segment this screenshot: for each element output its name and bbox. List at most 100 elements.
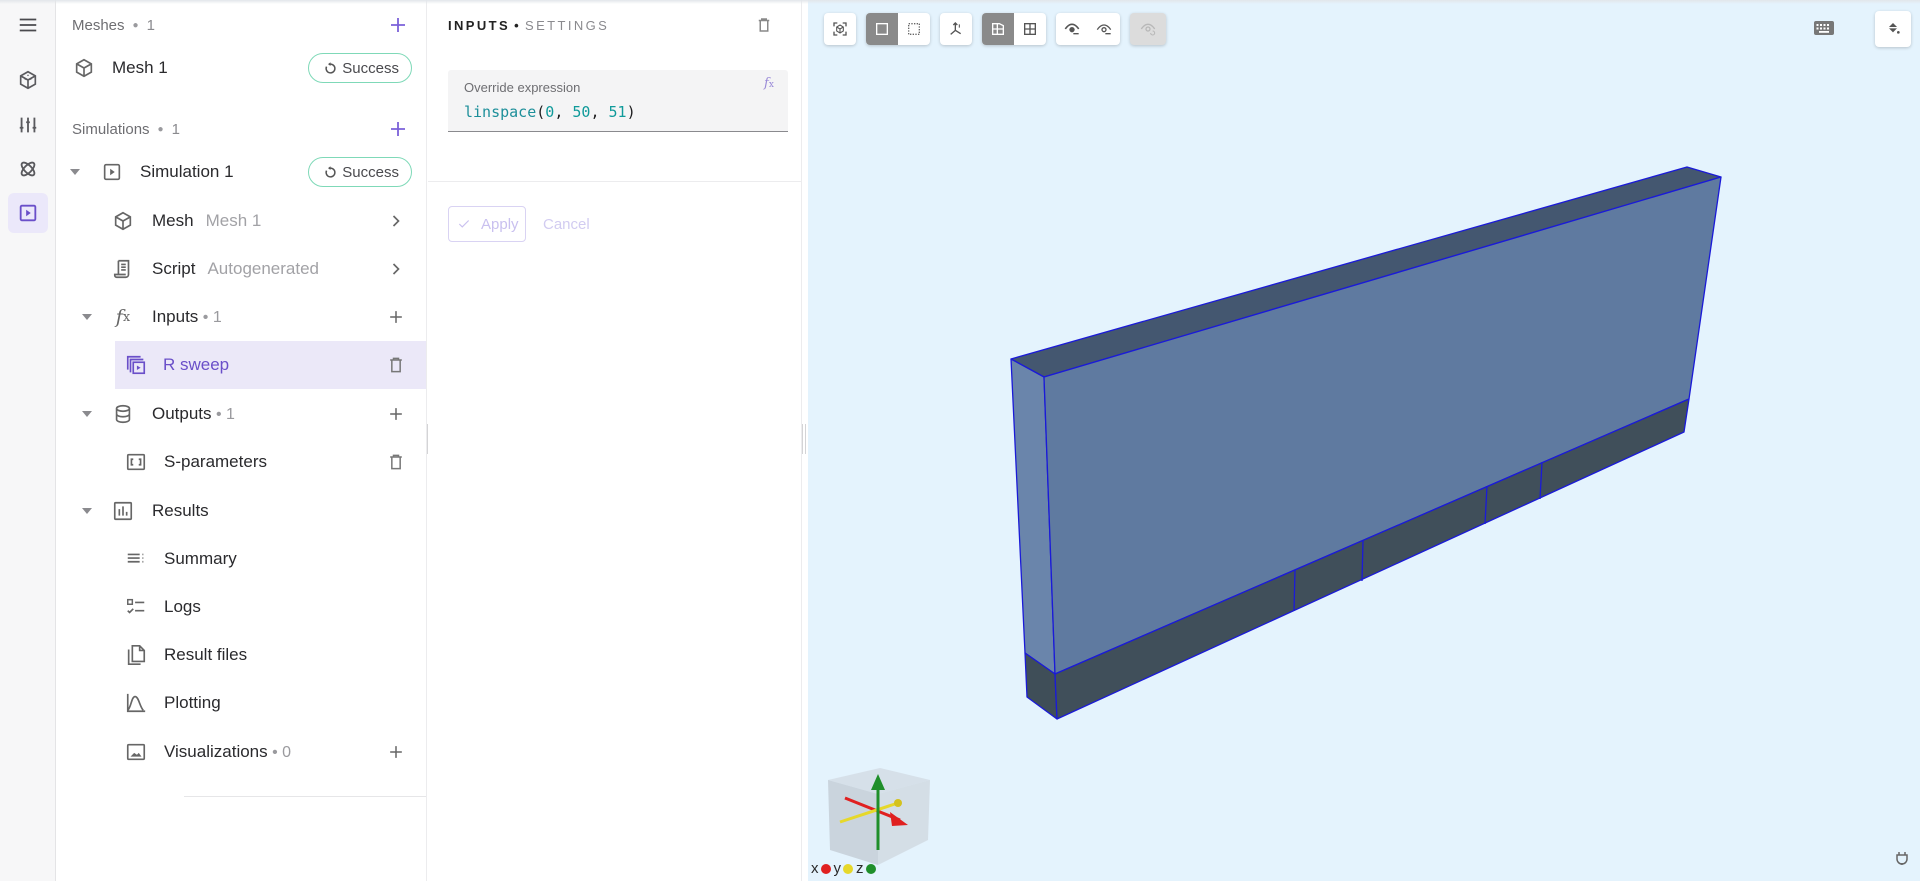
rail-simulations-button[interactable] xyxy=(8,193,48,233)
inputs-label: Inputs • 1 xyxy=(152,307,222,327)
tree-item-simulation-1[interactable]: Simulation 1 Success xyxy=(56,148,426,196)
tree-item-sim-mesh[interactable]: Mesh Mesh 1 xyxy=(56,197,426,245)
tree-item-visualizations[interactable]: Visualizations • 0 xyxy=(56,728,426,776)
play-box-icon xyxy=(101,161,123,183)
fit-view-button[interactable] xyxy=(824,13,856,45)
outputs-count-sep: • xyxy=(211,406,227,423)
meshes-title: Meshes xyxy=(72,16,125,34)
expr-comma: , xyxy=(590,103,609,121)
grid-view-button[interactable] xyxy=(1014,13,1046,45)
add-visualization-button[interactable] xyxy=(386,742,406,762)
delete-input-button[interactable] xyxy=(386,355,406,375)
caret-down-icon[interactable] xyxy=(81,507,93,515)
rail-setup-button[interactable] xyxy=(8,105,48,145)
apply-label: Apply xyxy=(481,215,519,233)
simulation-1-label: Simulation 1 xyxy=(140,162,234,181)
override-expression-field[interactable]: Override expression fx linspace(0, 50, 5… xyxy=(448,70,788,132)
function-icon[interactable]: fx xyxy=(764,76,780,92)
mesh-1-status-badge[interactable]: Success xyxy=(308,53,412,83)
keyboard-shortcuts-icon[interactable] xyxy=(1813,20,1835,36)
expr-arg-start: 0 xyxy=(545,103,555,121)
show-all-button[interactable] xyxy=(1130,13,1166,45)
rail-physics-button[interactable] xyxy=(8,149,48,189)
box-select-button[interactable] xyxy=(898,13,930,45)
visualizations-count-sep: • xyxy=(267,744,283,761)
fit-view-button-inner[interactable] xyxy=(824,13,856,45)
show-only-button[interactable] xyxy=(1088,13,1120,45)
outputs-title: Outputs xyxy=(152,404,212,423)
axes-button[interactable] xyxy=(940,13,972,45)
cancel-button[interactable]: Cancel xyxy=(543,216,590,233)
cube-icon xyxy=(73,57,95,79)
orientation-gizmo[interactable] xyxy=(820,760,940,870)
inputs-count-sep: • xyxy=(198,309,213,326)
simulation-1-status-badge[interactable]: Success xyxy=(308,157,412,187)
add-simulation-button[interactable] xyxy=(386,117,410,141)
3d-viewport[interactable]: x y z xyxy=(808,0,1920,881)
z-axis-dot xyxy=(865,863,876,874)
bar-chart-icon xyxy=(112,500,134,522)
x-axis-label: x xyxy=(811,860,819,877)
color-fill-button[interactable] xyxy=(1875,11,1911,47)
expr-comma: , xyxy=(554,103,573,121)
image-icon xyxy=(125,741,147,763)
tree-item-script[interactable]: Script Autogenerated xyxy=(56,245,426,293)
separator-dot: ● xyxy=(132,19,139,31)
panel-resize-handle[interactable] xyxy=(802,424,806,454)
x-axis-dot xyxy=(820,863,831,874)
tree-item-logs[interactable]: Logs xyxy=(56,583,426,631)
tree-item-s-parameters[interactable]: S-parameters xyxy=(56,438,426,486)
add-mesh-button[interactable] xyxy=(386,13,410,37)
rail-geometry-button[interactable] xyxy=(8,60,48,100)
visualizations-title: Visualizations xyxy=(164,742,268,761)
plot-curve-icon xyxy=(125,692,147,714)
tree-item-results[interactable]: Results xyxy=(56,487,426,535)
override-expression-value[interactable]: linspace(0, 50, 51) xyxy=(464,103,636,121)
expr-arg-stop: 50 xyxy=(572,103,591,121)
apply-button[interactable]: Apply xyxy=(448,206,526,242)
y-axis-dot xyxy=(843,863,853,874)
paint-bucket-icon xyxy=(1888,23,1900,34)
tree-item-result-files[interactable]: Result files xyxy=(56,631,426,679)
caret-down-icon[interactable] xyxy=(69,168,81,176)
panel-title-sep: • xyxy=(514,18,522,33)
axes-triad-icon xyxy=(950,22,962,35)
z-axis-label: z xyxy=(856,860,864,877)
meshes-count: 1 xyxy=(146,16,155,34)
sliders-icon xyxy=(19,117,37,133)
outputs-count: 1 xyxy=(226,406,235,423)
tree-item-inputs[interactable]: fx Inputs • 1 xyxy=(56,293,426,341)
mesh-scene xyxy=(1010,166,1722,720)
hide-selected-button[interactable] xyxy=(1056,13,1088,45)
delete-output-button[interactable] xyxy=(386,452,406,472)
tree-item-mesh-1[interactable]: Mesh 1 Success xyxy=(56,44,426,92)
add-output-button[interactable] xyxy=(386,404,406,424)
surface-view-button[interactable] xyxy=(982,13,1014,45)
chevron-right-icon[interactable] xyxy=(386,211,406,231)
menu-icon xyxy=(19,18,37,32)
simulations-title: Simulations xyxy=(72,120,150,138)
sim-mesh-label: Mesh Mesh 1 xyxy=(152,211,261,231)
tree-item-summary[interactable]: Summary xyxy=(56,535,426,583)
s-parameters-label: S-parameters xyxy=(164,452,267,471)
connection-plug-icon[interactable] xyxy=(1896,851,1908,865)
axes-button-inner[interactable] xyxy=(940,13,972,45)
front-face xyxy=(1043,176,1722,675)
grid-view-icon xyxy=(1024,23,1036,35)
check-icon xyxy=(458,220,470,228)
delete-input-icon[interactable] xyxy=(755,16,773,34)
caret-down-icon[interactable] xyxy=(81,410,93,418)
add-input-button[interactable] xyxy=(386,307,406,327)
menu-button[interactable] xyxy=(8,5,48,45)
results-label: Results xyxy=(152,501,209,520)
caret-down-icon[interactable] xyxy=(81,313,93,321)
tree-item-r-sweep[interactable]: R sweep xyxy=(115,341,426,389)
sim-mesh-value: Mesh 1 xyxy=(205,211,262,230)
chevron-right-icon[interactable] xyxy=(386,259,406,279)
solid-select-button[interactable] xyxy=(866,13,898,45)
y-axis-label: y xyxy=(833,860,842,877)
tree-item-plotting[interactable]: Plotting xyxy=(56,679,426,727)
tree-item-outputs[interactable]: Outputs • 1 xyxy=(56,390,426,438)
show-all-icon xyxy=(1140,23,1156,36)
view-mode-group xyxy=(982,13,1046,45)
